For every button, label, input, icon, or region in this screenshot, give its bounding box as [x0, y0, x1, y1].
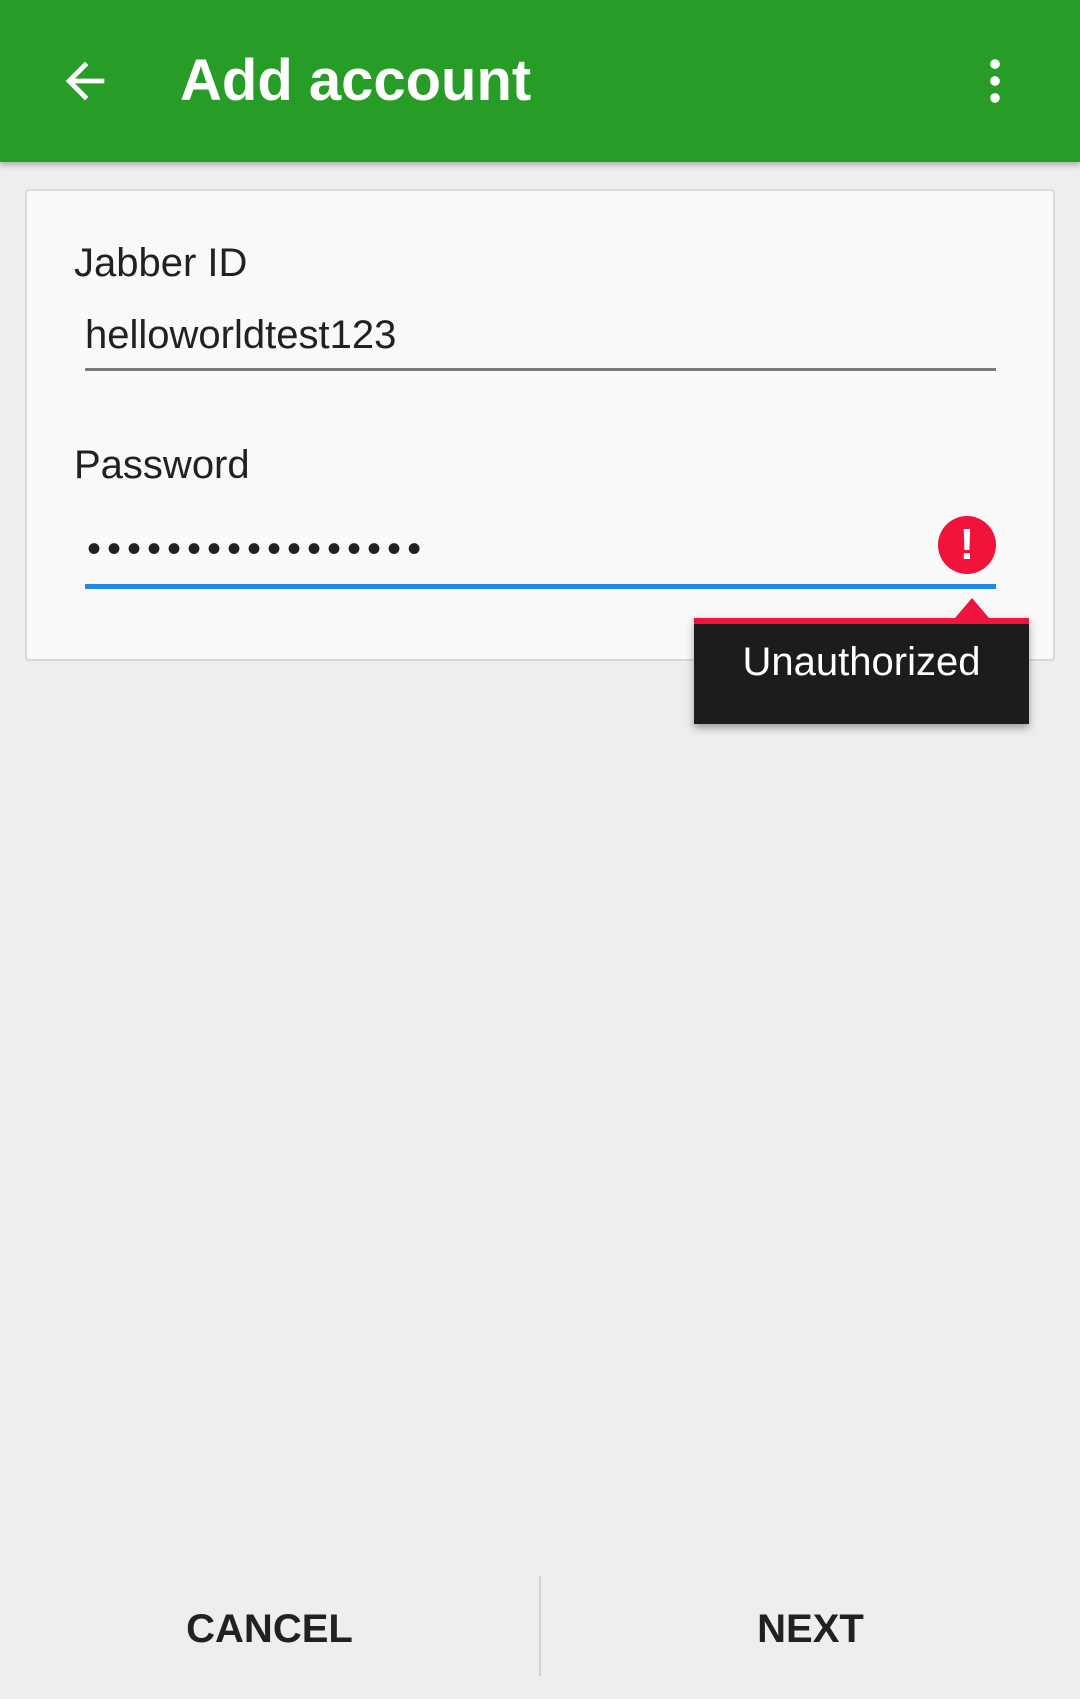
jabber-id-label: Jabber ID: [74, 241, 248, 285]
account-form-card: Jabber ID Password ••••••••••••••••• !: [25, 189, 1055, 661]
password-label: Password: [74, 443, 250, 487]
popup-arrow: [955, 598, 989, 618]
page-title: Add account: [180, 48, 532, 113]
arrow-left-icon: [65, 61, 105, 101]
next-button[interactable]: NEXT: [541, 1574, 1080, 1684]
error-alert-icon[interactable]: !: [938, 516, 996, 574]
more-vertical-icon: [990, 59, 1000, 103]
bottom-button-bar: CANCEL NEXT: [0, 1574, 1080, 1684]
overflow-menu-button[interactable]: [950, 36, 1040, 126]
error-message: Unauthorized: [742, 640, 981, 684]
password-input[interactable]: ••••••••••••••••• !: [85, 509, 996, 589]
back-button[interactable]: [40, 36, 130, 126]
password-masked-value: •••••••••••••••••: [87, 527, 428, 571]
password-error-popup: Unauthorized: [694, 598, 1029, 724]
app-bar: Add account: [0, 0, 1080, 162]
cancel-button[interactable]: CANCEL: [0, 1574, 539, 1684]
jabber-id-input[interactable]: [85, 309, 996, 371]
